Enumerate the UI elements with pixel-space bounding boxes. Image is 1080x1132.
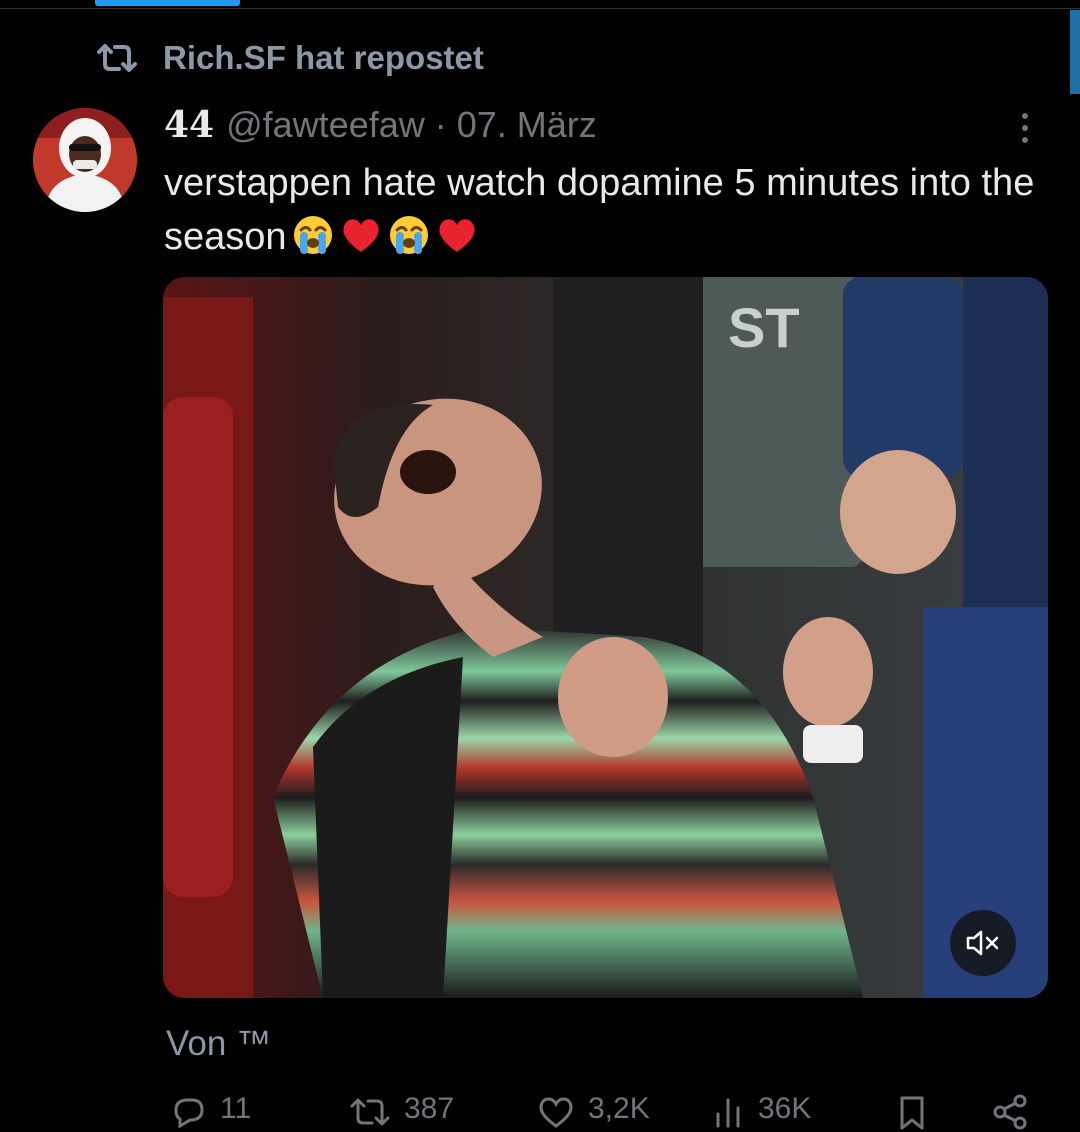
volume-muted-icon [966,930,999,956]
share-icon [993,1094,1027,1130]
heart-icon [539,1097,573,1128]
scrollbar-thumb[interactable] [1070,10,1080,94]
video-frame: ST [163,277,1048,998]
repost-label[interactable]: Rich.SF hat repostet [163,39,484,77]
tweet-video[interactable]: ST [163,277,1048,998]
repost-count: 387 [404,1092,455,1125]
top-divider [0,8,1080,9]
action-bar: 11 387 3,2K 36K [164,1092,1044,1130]
red-heart-icon [435,213,479,257]
views-button[interactable]: 36K [710,1092,811,1132]
tweet-header: 44 @fawteefaw · 07. März [164,102,597,148]
bookmark-icon [900,1096,924,1130]
active-tab-indicator [95,0,240,6]
more-options-icon[interactable] [1010,108,1040,148]
loudly-crying-face-icon [291,213,335,257]
media-attribution[interactable]: Von ™ [166,1024,271,1064]
reply-count: 11 [220,1092,252,1125]
repost-icon [350,1098,390,1126]
avatar[interactable] [33,108,137,212]
views-count: 36K [758,1092,812,1125]
like-button[interactable]: 3,2K [536,1092,650,1132]
tweet-text: verstappen hate watch dopamine 5 minutes… [164,156,1044,264]
mute-button[interactable] [950,910,1016,976]
author-handle[interactable]: @fawteefaw [226,104,425,146]
author-name[interactable]: 44 [164,104,214,146]
separator-dot: · [434,104,447,145]
reply-button[interactable]: 11 [168,1092,251,1132]
loudly-crying-face-icon [387,213,431,257]
like-count: 3,2K [588,1092,650,1125]
tweet-date[interactable]: 07. März [457,104,597,146]
reply-icon [174,1098,204,1129]
repost-button[interactable]: 387 [348,1092,454,1132]
bookmark-button[interactable] [894,1092,930,1132]
repost-icon [95,42,139,74]
emoji-row [287,216,479,258]
repost-context[interactable]: Rich.SF hat repostet [95,38,484,78]
svg-text:ST: ST [728,296,800,359]
red-heart-icon [339,213,383,257]
share-button[interactable] [990,1092,1030,1132]
views-icon [716,1098,740,1128]
